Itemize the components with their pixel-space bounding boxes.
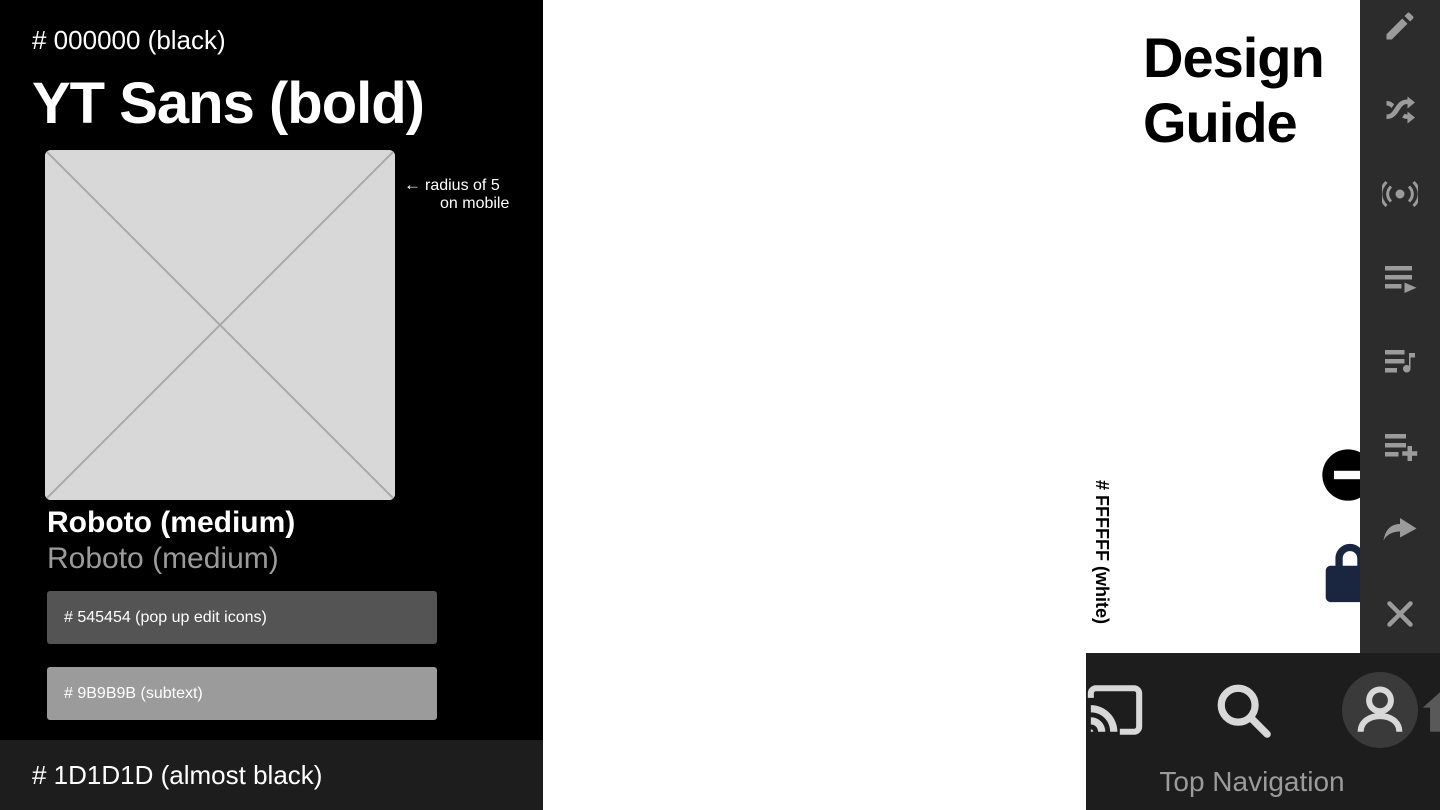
font-label-ytsans: YT Sans (bold): [32, 70, 424, 137]
left-panel: # 000000 (black) YT Sans (bold) ←radius …: [0, 0, 543, 810]
play-next-icon[interactable]: [1382, 260, 1418, 296]
color-label-black: # 000000 (black): [32, 25, 226, 56]
playlist-add-icon[interactable]: [1382, 428, 1418, 464]
bottom-navigation-group: Bottom Navigation: [1418, 653, 1440, 810]
top-nav-label: Top Navigation: [1159, 766, 1344, 798]
person-icon: [1351, 681, 1409, 739]
cast-icon[interactable]: [1086, 681, 1144, 739]
shuffle-icon[interactable]: [1382, 92, 1418, 128]
bottom-bar: Top Navigation Bottom Navigation: [1086, 653, 1440, 810]
home-icon[interactable]: [1418, 681, 1440, 739]
top-navigation-group: Top Navigation: [1086, 653, 1418, 810]
font-label-roboto-subtext: Roboto (medium): [47, 542, 279, 576]
color-swatch-9b9b9b: # 9B9B9B (subtext): [47, 667, 437, 720]
left-lower-bar: # 1D1D1D (almost black): [0, 740, 543, 810]
left-upper: # 000000 (black) YT Sans (bold) ←radius …: [0, 0, 543, 740]
search-icon[interactable]: [1214, 681, 1272, 739]
color-label-almost-black: # 1D1D1D (almost black): [32, 760, 322, 791]
arrow-left-icon: ←: [404, 175, 421, 194]
account-avatar[interactable]: [1342, 672, 1418, 748]
radio-icon[interactable]: [1382, 176, 1418, 212]
image-placeholder: [45, 150, 395, 500]
share-icon[interactable]: [1382, 512, 1418, 548]
radius-note: ←radius of 5 on mobile: [404, 175, 534, 213]
font-label-roboto-bold: Roboto (medium): [47, 506, 295, 540]
pencil-icon[interactable]: [1382, 8, 1418, 44]
right-panel: # FFFFFF (white) Design Guide # FF0000 (…: [543, 0, 1440, 810]
playlist-music-icon[interactable]: [1382, 344, 1418, 380]
right-toolstrip: [1360, 0, 1440, 653]
color-swatch-545454: # 545454 (pop up edit icons): [47, 591, 437, 644]
color-label-white: # FFFFFF (white): [1091, 480, 1112, 624]
close-icon[interactable]: [1382, 596, 1418, 632]
